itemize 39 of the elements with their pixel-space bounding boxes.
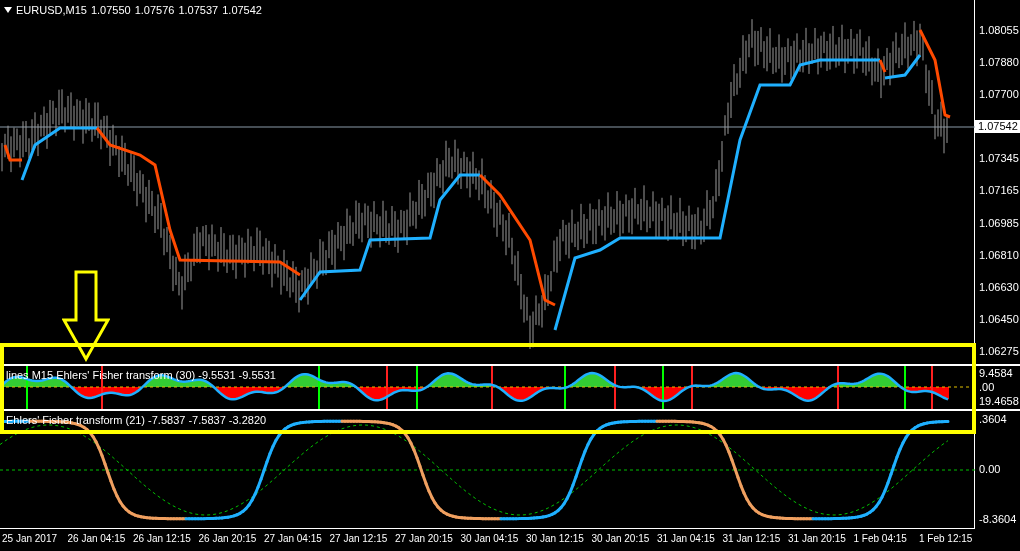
time-label: 1 Feb 04:15 <box>853 532 908 546</box>
down-arrow-icon <box>62 270 110 362</box>
axis-label: 1.06810 <box>978 248 1019 262</box>
time-label: 27 Jan 04:15 <box>264 532 323 546</box>
time-label: 26 Jan 04:15 <box>67 532 127 546</box>
axis-label: 1.06630 <box>978 280 1019 294</box>
time-label: 31 Jan 12:15 <box>722 532 782 546</box>
ohlc-value: 1.07542 <box>222 3 262 18</box>
time-label: 30 Jan 20:15 <box>591 532 651 546</box>
axis-label: .3604 <box>978 413 1008 426</box>
time-label: 27 Jan 12:15 <box>329 532 389 546</box>
axis-label: 1.06985 <box>978 216 1019 230</box>
ohlc-value: 1.07537 <box>178 3 219 18</box>
time-label: 26 Jan 12:15 <box>133 532 192 546</box>
dropdown-icon[interactable] <box>4 7 12 14</box>
chart-symbol: EURUSD,M15 <box>16 3 87 18</box>
axis-label: 0.00 <box>978 463 1002 476</box>
time-label: 31 Jan 20:15 <box>788 532 847 546</box>
axis-label: 1.08055 <box>978 24 1019 37</box>
time-label: 30 Jan 04:15 <box>460 532 520 546</box>
time-label: 26 Jan 20:15 <box>198 532 258 546</box>
time-label: 25 Jan 2017 <box>2 532 59 546</box>
axis-label: 1.06450 <box>978 312 1019 326</box>
time-label: 27 Jan 20:15 <box>395 532 454 546</box>
axis-label: 1.07880 <box>978 56 1019 70</box>
ohlc-value: 1.07576 <box>134 3 175 18</box>
axis-label: 1.06275 <box>978 344 1019 358</box>
axis-label: 1.07345 <box>978 152 1019 166</box>
current-price-label: 1.07542 <box>975 120 1020 134</box>
axis-label: .00 <box>978 381 996 394</box>
time-label: 30 Jan 12:15 <box>526 532 585 546</box>
axis-label: 1.07165 <box>978 184 1019 198</box>
time-label: 31 Jan 04:15 <box>657 532 716 546</box>
axis-label: 1.07700 <box>978 88 1019 102</box>
axis-label: -8.3604 <box>978 513 1018 526</box>
axis-label: 9.4584 <box>978 367 1014 380</box>
ohlc-value: 1.07550 <box>90 3 131 18</box>
axis-label: 19.4658 <box>978 395 1020 408</box>
time-label: 1 Feb 12:15 <box>919 532 974 546</box>
